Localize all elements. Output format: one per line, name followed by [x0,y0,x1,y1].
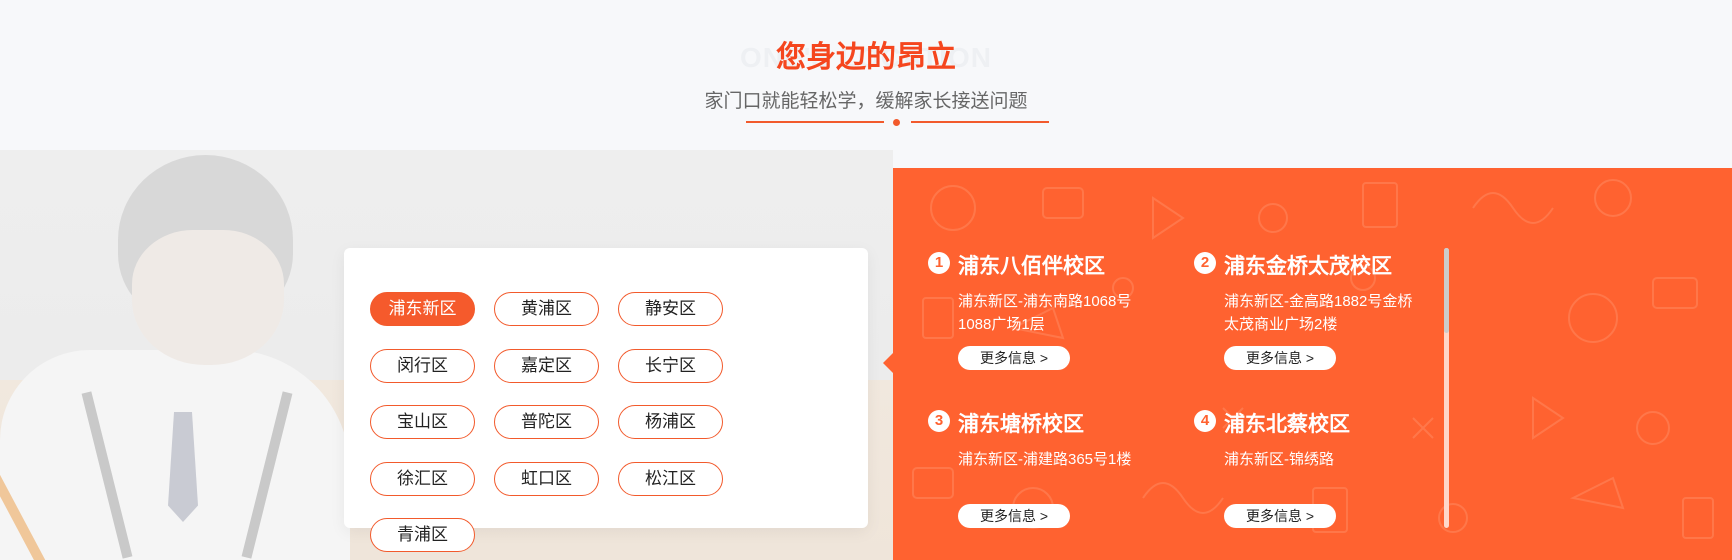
photo-face [132,230,284,365]
district-jingan[interactable]: 静安区 [618,292,723,326]
section-subtitle: 家门口就能轻松学，缓解家长接送问题 [704,91,1028,112]
campus-address: 浦东新区-浦建路365号1楼 [958,451,1132,468]
district-hongkou[interactable]: 虹口区 [494,462,599,496]
campus-name[interactable]: 浦东八佰伴校区 [958,250,1105,280]
campus-number-badge: 3 [928,410,950,432]
more-info-button[interactable]: 更多信息 > [1224,504,1336,528]
campus-name[interactable]: 浦东塘桥校区 [958,408,1084,438]
campus-item: 4 浦东北蔡校区 浦东新区-锦绣路 更多信息 > [1194,408,1444,528]
campus-item: 3 浦东塘桥校区 浦东新区-浦建路365号1楼 更多信息 > [928,408,1178,528]
district-baoshan[interactable]: 宝山区 [370,405,475,439]
district-huangpu[interactable]: 黄浦区 [494,292,599,326]
district-putuo[interactable]: 普陀区 [494,405,599,439]
campus-address: 浦东新区-锦绣路 [1224,451,1334,468]
section-header: ONE'S LOCATION 您身边的昂立 家门口就能轻松学，缓解家长接送问题 [0,0,1732,150]
campus-item: 1 浦东八佰伴校区 浦东新区-浦东南路1068号1088广场1层 更多信息 > [928,250,1178,370]
district-changning[interactable]: 长宁区 [618,349,723,383]
district-minhang[interactable]: 闵行区 [370,349,475,383]
district-xuhui[interactable]: 徐汇区 [370,462,475,496]
campus-scrollbar-thumb[interactable] [1444,248,1449,333]
more-info-button[interactable]: 更多信息 > [1224,346,1336,370]
district-pudong[interactable]: 浦东新区 [370,292,475,326]
title-divider-right [911,121,1049,123]
campus-name[interactable]: 浦东北蔡校区 [1224,408,1350,438]
campus-item: 2 浦东金桥太茂校区 浦东新区-金高路1882号金桥太茂商业广场2楼 更多信息 … [1194,250,1444,370]
district-jiading[interactable]: 嘉定区 [494,349,599,383]
campus-address: 浦东新区-金高路1882号金桥太茂商业广场2楼 [1224,293,1413,333]
title-divider-dot [893,119,900,126]
campus-address: 浦东新区-浦东南路1068号1088广场1层 [958,293,1132,333]
district-songjiang[interactable]: 松江区 [618,462,723,496]
campus-number-badge: 4 [1194,410,1216,432]
district-qingpu[interactable]: 青浦区 [370,518,475,552]
campus-number-badge: 1 [928,252,950,274]
more-info-button[interactable]: 更多信息 > [958,346,1070,370]
title-divider-left [746,121,884,123]
campus-name[interactable]: 浦东金桥太茂校区 [1224,250,1392,280]
panel-pointer [883,352,894,374]
section-title: 您身边的昂立 [776,41,956,74]
district-yangpu[interactable]: 杨浦区 [618,405,723,439]
campus-number-badge: 2 [1194,252,1216,274]
more-info-button[interactable]: 更多信息 > [958,504,1070,528]
